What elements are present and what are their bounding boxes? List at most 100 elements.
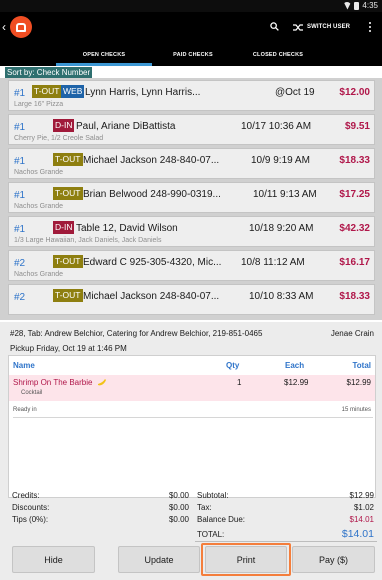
total-divider: [195, 541, 377, 542]
update-button[interactable]: Update: [118, 546, 200, 573]
item-name: Shrimp On The Barbie: [13, 378, 93, 387]
switch-user-button[interactable]: SWITCH USER: [293, 19, 350, 35]
check-items: Nachos Grande: [14, 169, 64, 176]
takeout-badge: T-OUT: [53, 187, 83, 200]
tips-label: Tips (0%):: [12, 515, 49, 524]
check-customer: Lynn Harris, Lynn Harris...: [85, 87, 201, 98]
check-time: @Oct 19: [275, 87, 315, 98]
check-time: 10/11 9:13 AM: [253, 189, 317, 200]
dine-in-badge: D-IN: [53, 221, 75, 234]
order-item-row[interactable]: Shrimp On The Barbie 1 $12.99 $12.99 Coc…: [9, 375, 375, 401]
check-items: Nachos Grande: [14, 203, 64, 210]
check-customer: Brian Belwood 248-990-0319...: [83, 189, 221, 200]
check-items: Large 16" Pizza: [14, 101, 64, 108]
check-customer: Michael Jackson 248-840-07...: [83, 291, 220, 302]
discounts-label: Discounts:: [12, 503, 50, 512]
balance-due-value: $14.01: [349, 515, 374, 524]
check-row[interactable]: #1 D-IN Table 12, David Wilson 10/18 9:2…: [8, 216, 375, 247]
discounts-value: $0.00: [168, 503, 189, 512]
column-header-total: Total: [352, 361, 371, 370]
takeout-badge: T-OUT: [53, 289, 83, 302]
column-header-each: Each: [285, 361, 305, 370]
print-button-highlight: [201, 543, 291, 576]
check-row[interactable]: #2 T-OUT Edward C 925-305-4320, Mic... 1…: [8, 250, 375, 281]
check-customer: Paul, Ariane DiBattista: [76, 121, 176, 132]
tab-open-checks[interactable]: OPEN CHECKS: [56, 44, 152, 66]
order-items-table: Name Qty Each Total Shrimp On The Barbie…: [8, 355, 376, 498]
item-each: $12.99: [284, 378, 309, 387]
pepper-icon: [98, 379, 106, 386]
check-amount: $17.25: [339, 189, 370, 200]
check-time: 10/10 8:33 AM: [249, 291, 314, 302]
check-amount: $12.00: [339, 87, 370, 98]
back-arrow-icon[interactable]: ‹: [2, 21, 6, 33]
check-number: #1: [14, 156, 26, 167]
wifi-icon: [343, 1, 352, 10]
update-button-label: Update: [144, 554, 174, 565]
ready-in-value: 15 minutes: [341, 407, 371, 413]
check-row[interactable]: #1 T-OUT Brian Belwood 248-990-0319... 1…: [8, 182, 375, 213]
sort-by-label[interactable]: Sort by: Check Number: [5, 67, 93, 78]
check-customer: Michael Jackson 248-840-07...: [83, 155, 220, 166]
check-items: Cherry Pie, 1/2 Creole Salad: [14, 135, 104, 142]
item-qty: 1: [237, 378, 242, 387]
credits-value: $0.00: [168, 491, 189, 500]
balance-due-label: Balance Due:: [197, 515, 246, 524]
tab-label: OPEN CHECKS: [82, 52, 126, 58]
check-row[interactable]: #1 T-OUT WEB Lynn Harris, Lynn Harris...…: [8, 80, 375, 111]
tips-value: $0.00: [168, 515, 189, 524]
check-info: #28, Tab: Andrew Belchior, Catering for …: [10, 329, 263, 338]
check-number: #1: [14, 190, 26, 201]
pickup-time: Pickup Friday, Oct 19 at 1:46 PM: [10, 344, 127, 353]
web-badge: WEB: [61, 85, 85, 98]
check-row[interactable]: #1 T-OUT Michael Jackson 248-840-07... 1…: [8, 148, 375, 179]
check-number: #1: [14, 88, 26, 99]
status-bar: 4:35: [0, 0, 382, 12]
tab-closed-checks[interactable]: CLOSED CHECKS: [234, 44, 322, 66]
check-number: #1: [14, 224, 26, 235]
search-icon[interactable]: [270, 22, 279, 31]
check-amount: $42.32: [339, 223, 370, 234]
hide-button-label: Hide: [44, 554, 63, 565]
check-customer: Edward C 925-305-4320, Mic...: [83, 257, 222, 268]
dine-in-badge: D-IN: [53, 119, 75, 132]
total-label: TOTAL:: [197, 530, 225, 539]
app-logo-icon[interactable]: [10, 16, 32, 38]
switch-user-label: SWITCH USER: [307, 24, 351, 30]
check-number: #1: [14, 122, 26, 133]
check-time: 10/8 11:12 AM: [241, 257, 305, 268]
open-checks-list: #1 T-OUT WEB Lynn Harris, Lynn Harris...…: [0, 78, 382, 320]
item-total: $12.99: [346, 378, 371, 387]
check-items: 1/3 Large Hawaiian, Jack Daniels, Jack D…: [14, 237, 162, 244]
check-amount: $18.33: [339, 155, 370, 166]
ready-in-label: Ready in: [13, 407, 37, 413]
check-tabs: OPEN CHECKS PAID CHECKS CLOSED CHECKS: [0, 44, 382, 66]
subtotal-value: $12.99: [349, 491, 374, 500]
check-time: 10/9 9:19 AM: [251, 155, 310, 166]
pay-button[interactable]: Pay ($): [292, 546, 375, 573]
check-amount: $9.51: [344, 121, 370, 132]
pay-button-label: Pay ($): [318, 554, 348, 565]
check-row[interactable]: #2 T-OUT Michael Jackson 248-840-07... 1…: [8, 284, 375, 315]
column-header-qty: Qty: [226, 361, 240, 370]
tab-label: PAID CHECKS: [173, 52, 213, 58]
tab-paid-checks[interactable]: PAID CHECKS: [152, 44, 234, 66]
tax-value: $1.02: [353, 503, 374, 512]
check-items: Nachos Grande: [14, 271, 64, 278]
overflow-menu-icon[interactable]: [366, 19, 374, 35]
check-amount: $18.33: [339, 291, 370, 302]
check-row[interactable]: #1 D-IN Paul, Ariane DiBattista 10/17 10…: [8, 114, 375, 145]
takeout-badge: T-OUT: [53, 153, 83, 166]
check-customer: Table 12, David Wilson: [76, 223, 178, 234]
credits-label: Credits:: [12, 491, 40, 500]
column-header-name: Name: [13, 361, 35, 370]
tab-label: CLOSED CHECKS: [252, 52, 304, 58]
divider: [13, 417, 373, 418]
check-number: #2: [14, 258, 26, 269]
hide-button[interactable]: Hide: [12, 546, 95, 573]
item-modifier: Cocktail: [21, 390, 43, 396]
takeout-badge: T-OUT: [53, 255, 83, 268]
subtotal-label: Subtotal:: [197, 491, 229, 500]
check-time: 10/18 9:20 AM: [249, 223, 314, 234]
server-name: Jenae Crain: [330, 329, 374, 338]
